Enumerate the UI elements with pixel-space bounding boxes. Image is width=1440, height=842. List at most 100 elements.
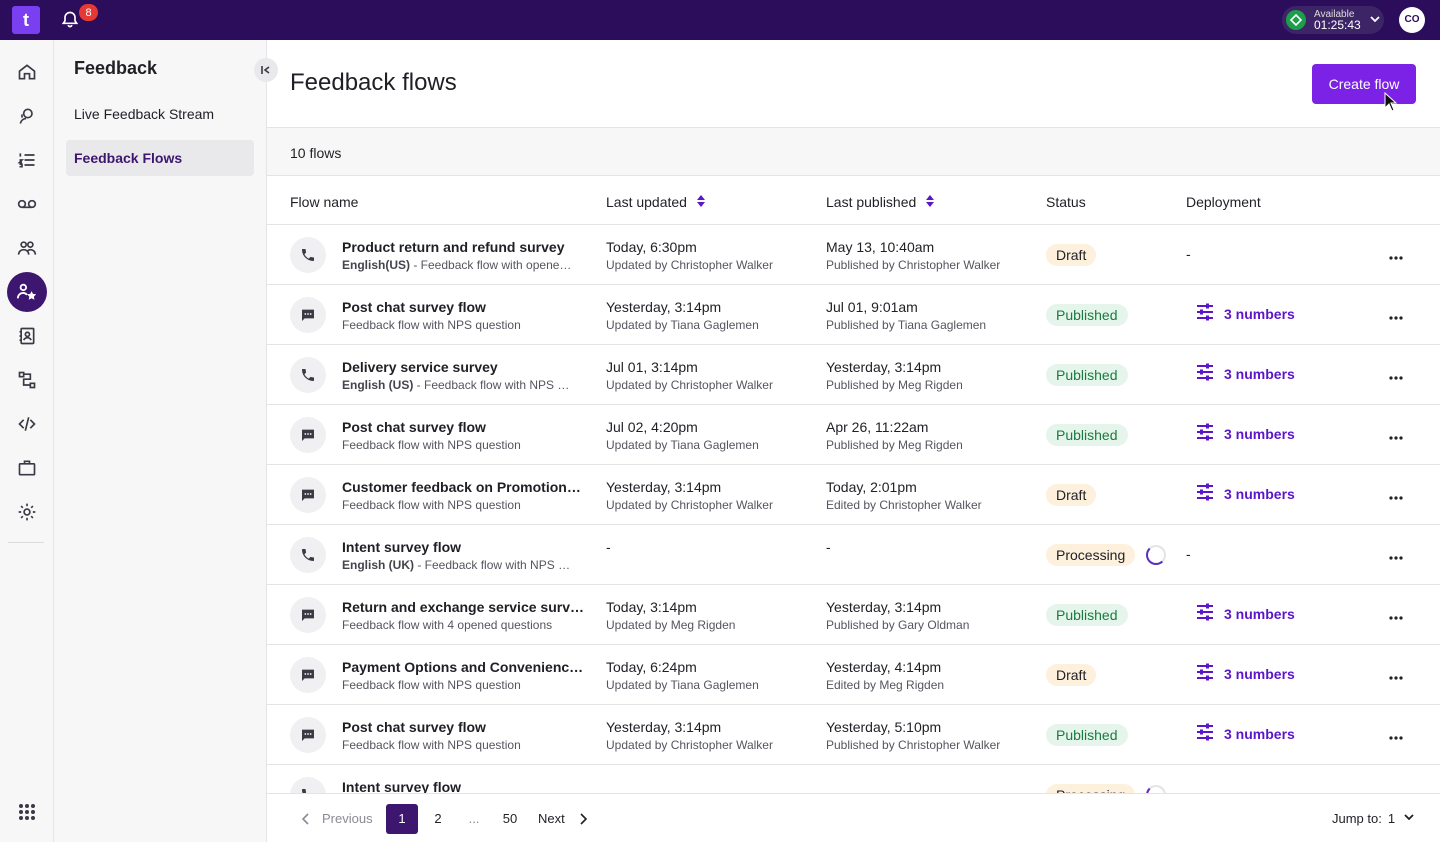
jump-to-label: Jump to:: [1332, 811, 1382, 826]
headset-agent-icon[interactable]: [7, 96, 47, 136]
code-icon[interactable]: [7, 404, 47, 444]
deployment-link[interactable]: 3 numbers: [1196, 603, 1295, 624]
create-flow-button[interactable]: Create flow: [1312, 64, 1416, 104]
availability-timer: 01:25:43: [1314, 18, 1361, 32]
sort-icon[interactable]: [926, 194, 935, 210]
routing-flow-icon[interactable]: [7, 360, 47, 400]
user-avatar[interactable]: CO: [1399, 7, 1425, 33]
briefcase-icon[interactable]: [7, 448, 47, 488]
flow-name[interactable]: Product return and refund survey: [342, 239, 584, 255]
apps-grid-icon[interactable]: [7, 792, 47, 832]
sliders-icon: [1196, 303, 1224, 324]
published-by: Edited by Christopher Walker: [826, 498, 982, 512]
sort-icon[interactable]: [696, 194, 705, 210]
more-options-icon[interactable]: [1389, 427, 1403, 445]
table-row[interactable]: Product return and refund survey English(…: [267, 225, 1440, 285]
more-options-icon[interactable]: [1389, 547, 1403, 565]
chat-icon: [290, 417, 326, 453]
app-logo[interactable]: t: [12, 6, 40, 34]
column-last-published-label: Last published: [826, 194, 917, 210]
published-by: Published by Tiana Gaglemen: [826, 318, 987, 332]
page-ellipsis: ...: [468, 811, 480, 826]
deployment-link[interactable]: 3 numbers: [1196, 723, 1295, 744]
subnav-item-live-feedback-stream[interactable]: Live Feedback Stream: [66, 96, 254, 132]
flow-name[interactable]: Post chat survey flow: [342, 419, 584, 435]
flow-description-text: - Feedback flow with NPS question: [417, 558, 574, 572]
page-2-button[interactable]: 2: [422, 804, 454, 834]
flow-name[interactable]: Payment Options and Convenience Survey: [342, 659, 584, 675]
page-50-button[interactable]: 50: [494, 804, 526, 834]
flow-description: Feedback flow with NPS question: [342, 738, 574, 752]
flow-name[interactable]: Return and exchange service survey: [342, 599, 584, 615]
table-row[interactable]: Return and exchange service survey Feedba…: [267, 585, 1440, 645]
flow-name[interactable]: Intent survey flow: [342, 539, 584, 555]
nav-divider: [8, 542, 44, 543]
last-published: Yesterday, 3:14pm: [826, 599, 942, 615]
flow-language: English (UK): [342, 558, 414, 572]
last-updated: Today, 3:14pm: [606, 599, 697, 615]
deployment-link[interactable]: 3 numbers: [1196, 303, 1295, 324]
subnav-item-feedback-flows[interactable]: Feedback Flows: [66, 140, 254, 176]
more-options-icon[interactable]: [1389, 367, 1403, 385]
updated-by: Updated by Meg Rigden: [606, 618, 736, 632]
main-nav-rail: [0, 40, 54, 842]
deployment-link[interactable]: 3 numbers: [1196, 363, 1295, 384]
status-badge: Published: [1046, 724, 1128, 746]
phone-icon: [290, 357, 326, 393]
table-row[interactable]: Intent survey flow Processing: [267, 765, 1440, 793]
jump-to-page-select[interactable]: Jump to: 1: [1332, 811, 1415, 826]
page-1-button[interactable]: 1: [386, 804, 418, 834]
sliders-icon: [1196, 723, 1224, 744]
more-options-icon[interactable]: [1389, 307, 1403, 325]
notification-bell-icon[interactable]: [60, 10, 80, 30]
chat-icon: [290, 657, 326, 693]
deployment-label: 3 numbers: [1224, 485, 1295, 502]
sliders-icon: [1196, 423, 1224, 444]
more-options-icon[interactable]: [1389, 607, 1403, 625]
last-updated: Jul 01, 3:14pm: [606, 359, 698, 375]
more-options-icon[interactable]: [1389, 247, 1403, 265]
column-status: Status: [1046, 194, 1086, 210]
numbered-list-icon[interactable]: [7, 140, 47, 180]
flow-name[interactable]: Customer feedback on Promotions and Offe…: [342, 479, 584, 495]
flow-description-text: Feedback flow with NPS question: [342, 678, 521, 692]
table-row[interactable]: Delivery service survey English (US) - Fe…: [267, 345, 1440, 405]
processing-spinner-icon: [1146, 545, 1166, 565]
table-row[interactable]: Post chat survey flow Feedback flow with …: [267, 705, 1440, 765]
deployment-link[interactable]: 3 numbers: [1196, 483, 1295, 504]
deployment-empty: -: [1186, 546, 1191, 562]
collapse-sidebar-icon[interactable]: [254, 58, 278, 82]
deployment-link[interactable]: 3 numbers: [1196, 423, 1295, 444]
table-row[interactable]: Customer feedback on Promotions and Offe…: [267, 465, 1440, 525]
published-by: Published by Meg Rigden: [826, 378, 963, 392]
contacts-book-icon[interactable]: [7, 316, 47, 356]
previous-page-button[interactable]: Previous: [302, 804, 373, 834]
settings-gear-icon[interactable]: [7, 492, 47, 532]
flow-description-text: Feedback flow with NPS question: [342, 438, 521, 452]
feedback-icon[interactable]: [7, 272, 47, 312]
availability-status-button[interactable]: Available 01:25:43: [1282, 6, 1384, 34]
flow-name[interactable]: Delivery service survey: [342, 359, 584, 375]
table-row[interactable]: Payment Options and Convenience Survey Fe…: [267, 645, 1440, 705]
column-last-published[interactable]: Last published: [826, 194, 935, 210]
next-page-button[interactable]: Next: [538, 804, 587, 834]
more-options-icon[interactable]: [1389, 727, 1403, 745]
more-options-icon[interactable]: [1389, 667, 1403, 685]
flow-description-text: - Feedback flow with opened questions: [413, 258, 574, 272]
home-icon[interactable]: [7, 52, 47, 92]
more-options-icon[interactable]: [1389, 487, 1403, 505]
table-row[interactable]: Post chat survey flow Feedback flow with …: [267, 285, 1440, 345]
flow-name[interactable]: Intent survey flow: [342, 779, 584, 793]
table-row[interactable]: Intent survey flow English (UK) - Feedbac…: [267, 525, 1440, 585]
flow-description-text: - Feedback flow with NPS question: [416, 378, 574, 392]
voicemail-icon[interactable]: [7, 184, 47, 224]
flow-language: English (US): [342, 378, 414, 392]
column-last-updated[interactable]: Last updated: [606, 194, 705, 210]
team-icon[interactable]: [7, 228, 47, 268]
flow-name[interactable]: Post chat survey flow: [342, 719, 584, 735]
flow-name[interactable]: Post chat survey flow: [342, 299, 584, 315]
mouse-cursor-icon: [1384, 91, 1398, 117]
status-badge: Published: [1046, 304, 1128, 326]
deployment-link[interactable]: 3 numbers: [1196, 663, 1295, 684]
table-row[interactable]: Post chat survey flow Feedback flow with …: [267, 405, 1440, 465]
